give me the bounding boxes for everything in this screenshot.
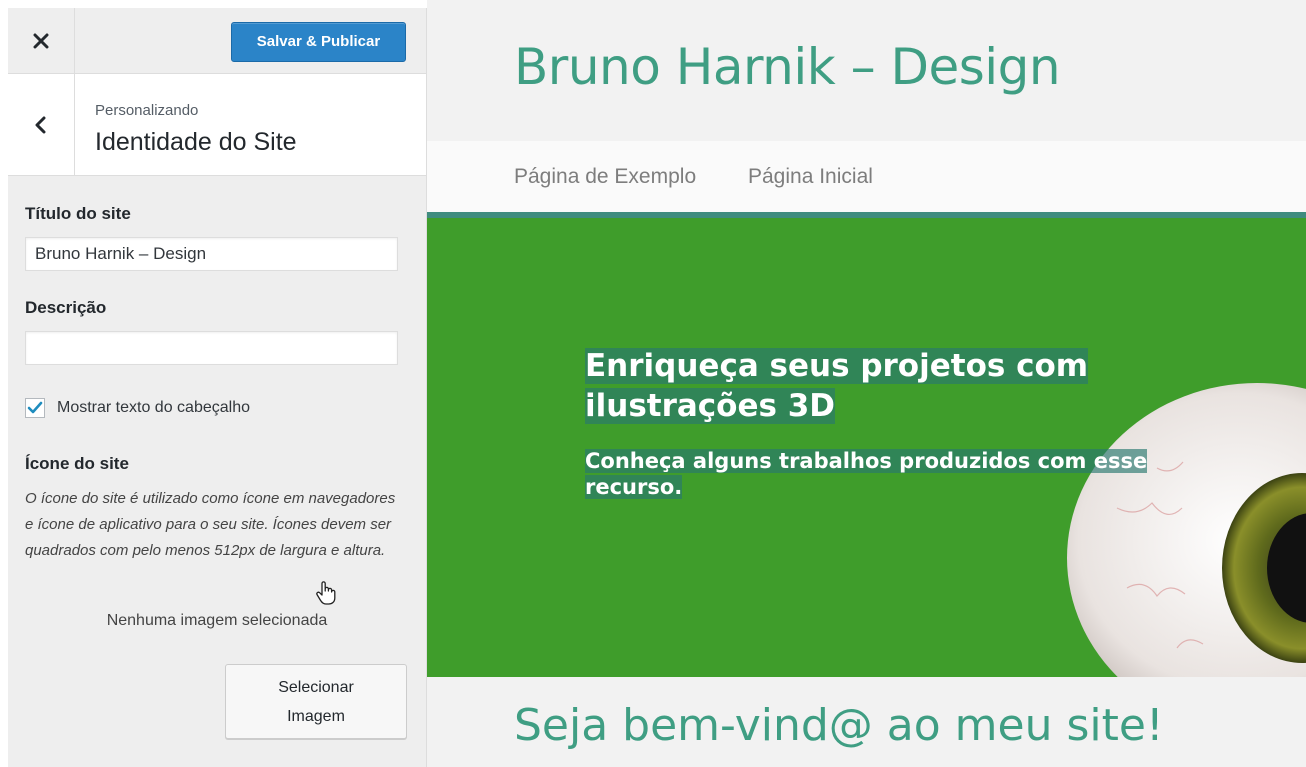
back-button[interactable]: [8, 74, 75, 175]
site-icon-description: O ícone do site é utilizado como ícone e…: [25, 490, 396, 559]
show-header-text-label: Mostrar texto do cabeçalho: [57, 399, 250, 416]
menu-item-pagina-de-exemplo[interactable]: Página de Exemplo: [514, 165, 696, 189]
section-header: Personalizando Identidade do Site: [8, 74, 426, 176]
site-menu: Página de Exemplo Página Inicial: [427, 141, 1306, 212]
description-label: Descrição: [25, 298, 107, 317]
preview-site-title[interactable]: Bruno Harnik – Design: [514, 38, 1061, 96]
breadcrumb: Personalizando: [95, 102, 199, 119]
description-input[interactable]: [25, 331, 398, 365]
customizer-header: Salvar & Publicar: [8, 8, 426, 74]
show-header-text-checkbox[interactable]: [25, 398, 45, 418]
select-image-line2: Imagem: [287, 708, 345, 725]
hero-subtitle: Conheça alguns trabalhos produzidos com …: [585, 449, 1148, 499]
save-publish-button[interactable]: Salvar & Publicar: [231, 22, 406, 62]
site-title-label: Título do site: [25, 204, 131, 223]
section-title: Identidade do Site: [95, 128, 297, 156]
welcome-heading: Seja bem-vind@ ao meu site!: [514, 700, 1164, 751]
menu-item-pagina-inicial[interactable]: Página Inicial: [748, 165, 873, 189]
close-button[interactable]: [8, 8, 75, 73]
hero-title: Enriqueça seus projetos com ilustrações …: [585, 348, 1089, 424]
hand-cursor-icon: [316, 581, 336, 605]
chevron-left-icon: [35, 116, 46, 133]
checkmark-icon: [27, 401, 43, 414]
no-image-text: Nenhuma imagem selecionada: [106, 612, 328, 629]
site-preview: Bruno Harnik – Design Página de Exemplo …: [427, 0, 1306, 767]
customizer-sidebar: Salvar & Publicar Personalizando Identid…: [8, 8, 427, 767]
select-image-button[interactable]: Selecionar Imagem: [225, 664, 407, 739]
select-image-line1: Selecionar: [278, 679, 354, 696]
site-icon-label: Ícone do site: [25, 454, 129, 473]
hero-banner: Enriqueça seus projetos com ilustrações …: [427, 218, 1306, 677]
close-icon: [33, 33, 49, 48]
show-header-text-option[interactable]: Mostrar texto do cabeçalho: [25, 397, 250, 419]
site-title-input[interactable]: [25, 237, 398, 271]
